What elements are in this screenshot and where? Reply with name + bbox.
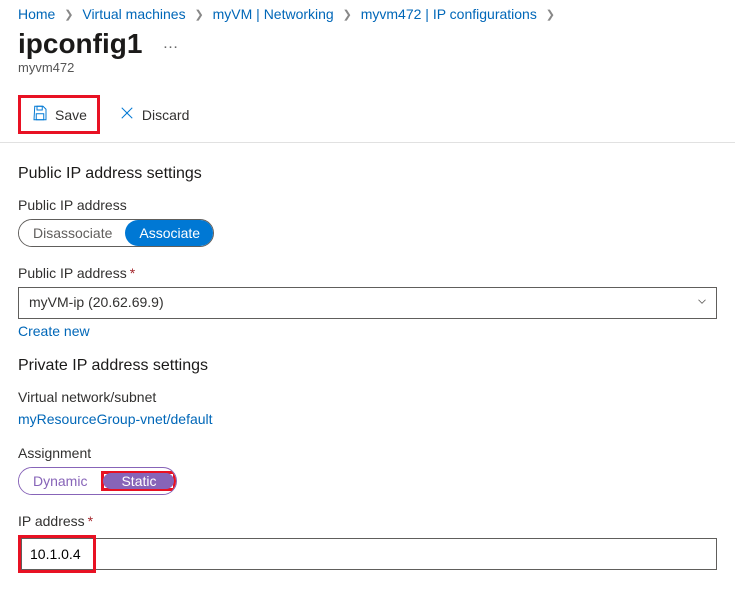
close-icon	[118, 104, 136, 125]
vnet-subnet-label: Virtual network/subnet	[18, 389, 717, 405]
disassociate-option[interactable]: Disassociate	[19, 220, 126, 246]
breadcrumb-vms[interactable]: Virtual machines	[82, 6, 185, 22]
save-button[interactable]: Save	[27, 102, 91, 127]
chevron-right-icon: ❯	[59, 8, 78, 21]
create-new-public-ip-link[interactable]: Create new	[18, 323, 90, 339]
assignment-label: Assignment	[18, 445, 717, 461]
discard-button[interactable]: Discard	[114, 102, 193, 127]
associate-option[interactable]: Associate	[125, 220, 214, 246]
breadcrumb-home[interactable]: Home	[18, 6, 55, 22]
dynamic-option[interactable]: Dynamic	[19, 468, 101, 494]
required-indicator: *	[130, 265, 135, 281]
chevron-right-icon: ❯	[190, 8, 209, 21]
breadcrumb: Home ❯ Virtual machines ❯ myVM | Network…	[0, 0, 735, 24]
breadcrumb-vm-networking[interactable]: myVM | Networking	[213, 6, 334, 22]
breadcrumb-ipconfigs[interactable]: myvm472 | IP configurations	[361, 6, 537, 22]
static-option[interactable]: Static	[103, 473, 174, 489]
assignment-toggle[interactable]: Dynamic Static	[18, 467, 177, 495]
save-label: Save	[55, 107, 87, 123]
discard-label: Discard	[142, 107, 189, 123]
more-actions-button[interactable]: …	[156, 31, 184, 57]
required-indicator: *	[88, 513, 93, 529]
public-ip-dropdown[interactable]: myVM-ip (20.62.69.9)	[18, 287, 717, 319]
save-icon	[31, 104, 49, 125]
chevron-right-icon: ❯	[541, 8, 560, 21]
vnet-subnet-value[interactable]: myResourceGroup-vnet/default	[18, 411, 213, 427]
public-ip-toggle-label: Public IP address	[18, 197, 717, 213]
ip-address-input-rest[interactable]	[93, 538, 717, 570]
ip-address-label: IP address*	[18, 513, 717, 529]
chevron-right-icon: ❯	[338, 8, 357, 21]
private-ip-section-heading: Private IP address settings	[18, 357, 717, 375]
ip-address-field-row	[18, 535, 717, 573]
public-ip-dropdown-label: Public IP address*	[18, 265, 717, 281]
toolbar: Save Discard	[0, 89, 735, 143]
ip-address-input[interactable]	[21, 538, 93, 570]
public-ip-dropdown-value: myVM-ip (20.62.69.9)	[18, 287, 717, 319]
page-title: ipconfig1	[18, 28, 142, 60]
page-subtitle: myvm472	[0, 60, 735, 89]
public-ip-toggle[interactable]: Disassociate Associate	[18, 219, 214, 247]
public-ip-section-heading: Public IP address settings	[18, 165, 717, 183]
